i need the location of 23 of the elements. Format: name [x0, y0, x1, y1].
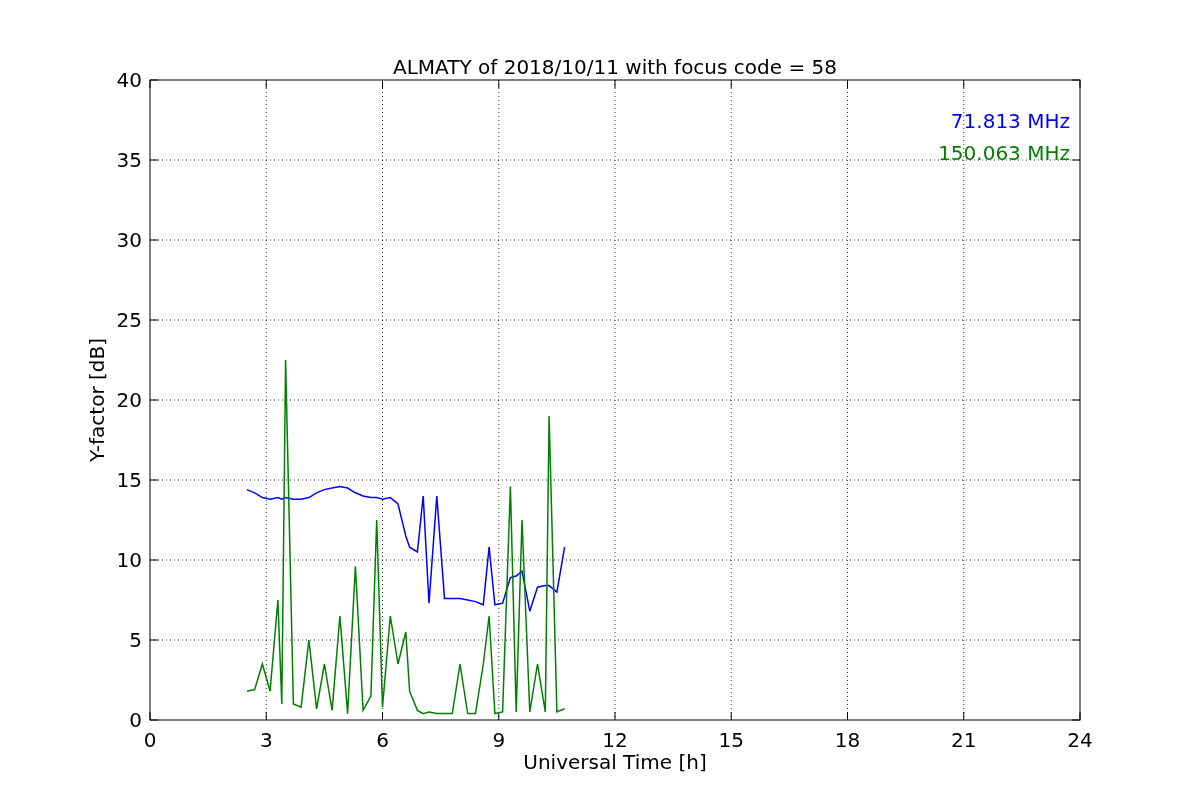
chart-title: ALMATY of 2018/10/11 with focus code = 58: [393, 55, 837, 79]
y-axis-label: Y-factor [dB]: [85, 338, 109, 462]
x-tick-label: 9: [492, 728, 506, 752]
legend-label: 150.063 MHz: [938, 141, 1070, 165]
y-tick-label: 40: [116, 68, 142, 92]
y-tick-label: 20: [116, 388, 142, 412]
y-tick-label: 10: [116, 548, 142, 572]
y-tick-label: 5: [129, 628, 142, 652]
y-tick-label: 15: [116, 468, 142, 492]
x-axis-label: Universal Time [h]: [523, 750, 707, 774]
x-tick-label: 18: [834, 728, 861, 752]
legend-label: 71.813 MHz: [950, 109, 1070, 133]
x-tick-label: 6: [376, 728, 389, 752]
y-tick-label: 0: [129, 708, 142, 732]
x-tick-label: 15: [718, 728, 744, 752]
y-tick-label: 25: [116, 308, 142, 332]
y-tick-label: 35: [116, 148, 142, 172]
y-tick-label: 30: [116, 228, 142, 252]
x-tick-label: 21: [951, 728, 977, 752]
x-tick-label: 3: [259, 728, 273, 752]
x-tick-label: 24: [1067, 728, 1093, 752]
x-tick-label: 12: [602, 728, 628, 752]
x-tick-label: 0: [143, 728, 157, 752]
